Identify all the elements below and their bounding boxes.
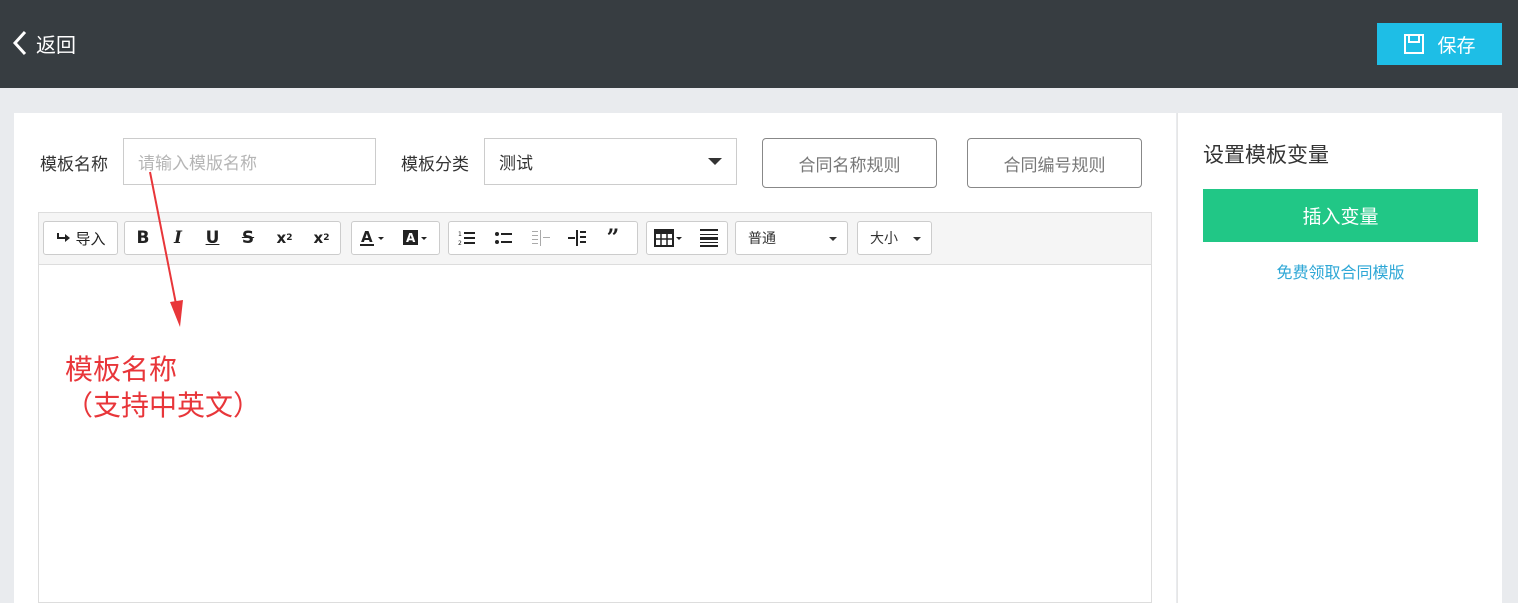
blockquote-icon[interactable]: ” (595, 222, 631, 254)
import-group: 导入 (43, 221, 118, 255)
format-group: B I U S x2 x2 (124, 221, 341, 255)
paragraph-format-select[interactable]: 普通 (735, 221, 848, 255)
color-group: A A (351, 221, 440, 255)
contract-name-rule-button[interactable]: 合同名称规则 (762, 138, 937, 188)
template-name-label: 模板名称 (40, 155, 108, 175)
svg-text:A: A (406, 231, 416, 245)
font-color-icon[interactable]: A (352, 222, 396, 254)
template-category-select[interactable]: 测试 (484, 138, 737, 185)
chevron-left-icon (12, 30, 27, 56)
insert-variable-button[interactable]: 插入变量 (1203, 189, 1478, 242)
free-template-link[interactable]: 免费领取合同模版 (1203, 259, 1478, 283)
template-name-placeholder: 请输入模版名称 (138, 154, 257, 174)
main-panel: 模板名称 请输入模版名称 模板分类 测试 合同名称规则 合同编号规则 导入 B … (14, 113, 1176, 603)
template-category-value: 测试 (499, 154, 533, 174)
font-size-value: 大小 (870, 231, 898, 247)
template-name-input[interactable]: 请输入模版名称 (123, 138, 376, 185)
bold-icon[interactable]: B (125, 222, 161, 254)
save-icon (1404, 34, 1425, 54)
paragraph-group: 12 ” (448, 221, 638, 255)
paragraph-format-value: 普通 (748, 231, 776, 247)
annotation-text-title: 模板名称 (65, 353, 178, 386)
save-button[interactable]: 保存 (1377, 23, 1502, 65)
caret-down-icon (913, 237, 921, 241)
top-bar: 返回 保存 (0, 0, 1518, 88)
caret-down-icon (708, 158, 722, 165)
strikethrough-icon[interactable]: S (230, 222, 266, 254)
background-color-icon[interactable]: A (396, 222, 440, 254)
svg-text:2: 2 (458, 240, 462, 246)
rich-text-editor: 导入 B I U S x2 x2 A A 1 2 ” 普通 大小 模板名称 （支… (38, 212, 1152, 603)
table-icon[interactable] (647, 222, 691, 254)
template-category-label: 模板分类 (401, 155, 469, 175)
insert-group (646, 221, 728, 255)
font-size-select[interactable]: 大小 (857, 221, 932, 255)
caret-down-icon (829, 237, 837, 241)
import-label: 导入 (75, 229, 106, 248)
annotation-text-note: （支持中英文） (65, 389, 262, 422)
variable-sidebar: 设置模板变量 插入变量 免费领取合同模版 (1177, 113, 1502, 603)
ordered-list-icon[interactable]: 12 (449, 222, 485, 254)
editor-toolbar: 导入 B I U S x2 x2 A A 1 2 ” 普通 大小 (39, 213, 1151, 265)
sidebar-title: 设置模板变量 (1203, 143, 1329, 167)
contract-number-rule-button[interactable]: 合同编号规则 (967, 138, 1142, 188)
back-button[interactable]: 返回 (12, 28, 76, 58)
indent-icon[interactable] (559, 222, 595, 254)
underline-icon[interactable]: U (195, 222, 230, 254)
svg-text:1: 1 (458, 231, 462, 238)
import-arrow-icon (57, 233, 71, 242)
unordered-list-icon[interactable] (485, 222, 522, 254)
outdent-icon[interactable] (522, 222, 559, 254)
subscript-icon[interactable]: x2 (266, 222, 303, 254)
back-label: 返回 (36, 32, 76, 57)
horizontal-rule-icon[interactable] (691, 222, 727, 254)
save-label: 保存 (1437, 34, 1476, 57)
italic-icon[interactable]: I (161, 222, 195, 254)
svg-text:A: A (361, 228, 373, 246)
superscript-icon[interactable]: x2 (303, 222, 340, 254)
import-button[interactable]: 导入 (44, 222, 117, 254)
